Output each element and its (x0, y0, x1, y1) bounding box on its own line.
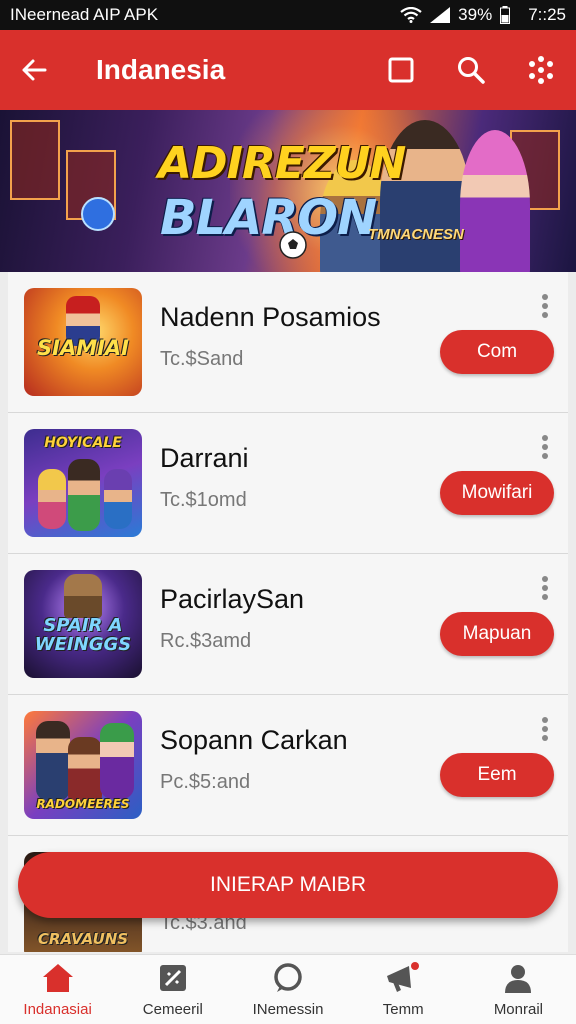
status-bar: INeernead AIP APK 39% 7::25 (0, 0, 576, 30)
thumb-figure (68, 459, 100, 531)
ball-icon (81, 197, 115, 231)
thumb-figure (36, 721, 70, 801)
banner-panel-left (10, 120, 60, 200)
overflow-menu-icon[interactable] (538, 435, 552, 463)
thumb-title: CRAVAUNS (37, 930, 129, 948)
arrow-left-icon (22, 59, 47, 81)
list-item[interactable]: SPAIR A WEINGGS PacirlaySan Rc.$3amd Map… (8, 554, 568, 695)
battery-icon (500, 6, 511, 24)
app-action-button[interactable]: Mapuan (440, 612, 554, 656)
nav-item-games[interactable]: Cemeeril (115, 955, 230, 1024)
carrier-label: INeernead AIP APK (10, 5, 159, 24)
home-icon (42, 964, 73, 992)
thumb-title: SIAMIAI (37, 336, 129, 360)
primary-action-button[interactable]: INIERAP MAIBR (18, 852, 558, 918)
nav-label: Monrail (493, 1001, 543, 1018)
person-icon (505, 965, 532, 993)
banner-character-right (460, 130, 530, 272)
thumb-title: HOYICALE (44, 435, 122, 451)
nav-label: Cemeeril (142, 1001, 203, 1018)
thumb-figure (38, 469, 66, 529)
app-bar: Indanesia (0, 30, 576, 110)
app-action-button[interactable]: Com (440, 330, 554, 374)
nav-item-profile[interactable]: Monrail (461, 955, 576, 1024)
nav-label: Temm (382, 1001, 424, 1018)
nav-item-team[interactable]: Temm (346, 955, 461, 1024)
app-list[interactable]: SIAMIAI Nadenn Posamios Tc.$Sand Com HOY… (8, 272, 568, 952)
overflow-menu-icon[interactable] (538, 294, 552, 322)
featured-banner[interactable]: ADIREZUN BLARON TMNACNESN (0, 110, 576, 272)
list-item[interactable]: RADOMEERES Sopann Carkan Pc.$5:and Eem (8, 695, 568, 836)
app-name: Nadenn Posamios (160, 302, 381, 332)
list-item[interactable]: HOYICALE Darrani Tc.$1omd Mowifari (8, 413, 568, 554)
thumb-title: RADOMEERES (36, 797, 130, 811)
search-icon (458, 57, 485, 84)
battery-label: 39% (458, 5, 493, 24)
app-thumbnail[interactable]: HOYICALE (24, 429, 142, 537)
thumb-figure (104, 469, 132, 529)
dots-grid-icon (529, 56, 553, 84)
bottom-navigation: Indanasiai Cemeeril INemessin Temm Monra… (0, 954, 576, 1024)
search-button[interactable] (436, 30, 506, 110)
square-icon (388, 57, 414, 83)
app-thumbnail[interactable]: RADOMEERES (24, 711, 142, 819)
clock-label: 7::25 (528, 5, 566, 24)
more-menu-button[interactable] (506, 30, 576, 110)
nav-label: INemessin (252, 1001, 324, 1018)
nav-item-home[interactable]: Indanasiai (0, 955, 115, 1024)
banner-subtitle: TMNACNESN (368, 226, 464, 243)
app-price: Tc.$Sand (160, 348, 244, 370)
overflow-menu-icon[interactable] (538, 576, 552, 604)
nav-label: Indanasiai (23, 1001, 92, 1018)
app-price: Rc.$3amd (160, 630, 252, 652)
page-title: Indanesia (96, 54, 226, 85)
app-thumbnail[interactable]: SIAMIAI (24, 288, 142, 396)
list-item[interactable]: SIAMIAI Nadenn Posamios Tc.$Sand Com (8, 272, 568, 413)
megaphone-icon (387, 962, 420, 992)
app-name: Sopann Carkan (160, 725, 348, 755)
wifi-icon (400, 7, 422, 23)
app-name: PacirlaySan (160, 584, 305, 614)
back-button[interactable] (0, 57, 68, 83)
app-price: Tc.$1omd (160, 489, 247, 511)
app-action-button[interactable]: Mowifari (440, 471, 554, 515)
puzzle-icon (159, 965, 186, 991)
soccer-ball-icon (279, 231, 307, 259)
window-button[interactable] (366, 30, 436, 110)
overflow-menu-icon[interactable] (538, 717, 552, 745)
app-price: Pc.$5:and (160, 771, 251, 793)
signal-icon (430, 7, 451, 23)
app-name: Darrani (160, 443, 249, 473)
chat-bubble-icon (274, 963, 302, 992)
nav-item-messages[interactable]: INemessin (230, 955, 345, 1024)
banner-title-line1: ADIREZUN (158, 138, 406, 189)
app-thumbnail[interactable]: SPAIR A WEINGGS (24, 570, 142, 678)
banner-title-line2: BLARON (160, 190, 377, 246)
thumb-figure (100, 723, 134, 799)
app-action-button[interactable]: Eem (440, 753, 554, 797)
thumb-figure (64, 574, 102, 618)
thumb-title: SPAIR A WEINGGS (34, 615, 132, 655)
